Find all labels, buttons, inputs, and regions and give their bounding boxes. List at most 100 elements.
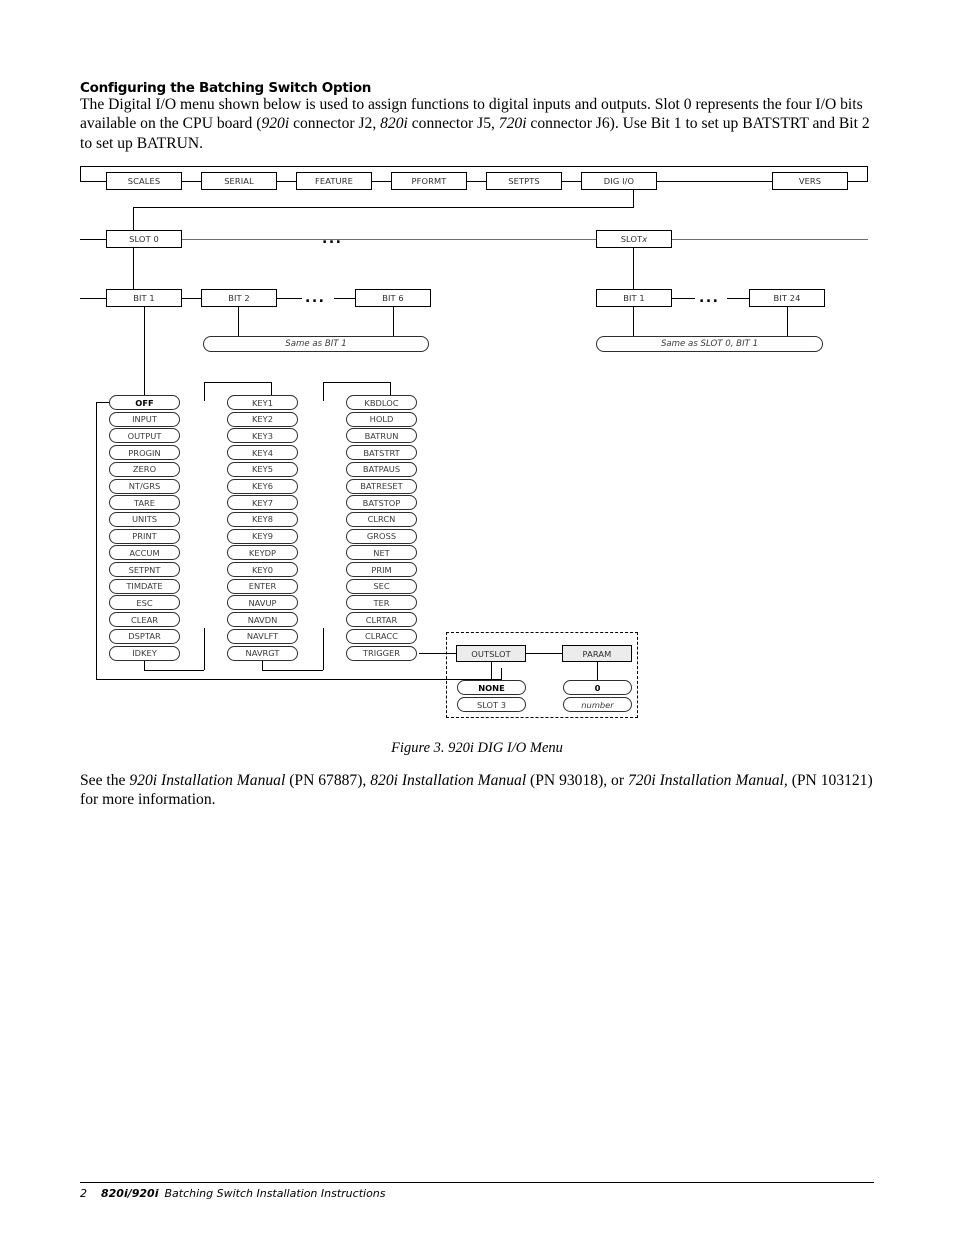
option-nt-grs[interactable]: NT/GRS: [109, 478, 181, 494]
frame-left-down: [80, 166, 81, 182]
bit1-left-stub: [80, 298, 106, 299]
option-esc[interactable]: ESC: [109, 595, 181, 611]
option-idkey[interactable]: IDKEY: [109, 645, 181, 661]
menu-box-serial[interactable]: SERIAL: [201, 172, 278, 191]
slot-bracket-top: [133, 207, 634, 208]
option-clrcn[interactable]: CLRCN: [346, 511, 418, 528]
bit-box-left-bit2[interactable]: BIT 2: [201, 289, 278, 308]
outslot-value-slot3[interactable]: SLOT 3: [457, 697, 527, 713]
slot0-riser: [133, 207, 134, 231]
connector-dots-bit24: [727, 298, 749, 299]
option-units[interactable]: UNITS: [109, 511, 181, 528]
connector-rbit1-dots: [672, 298, 695, 299]
menu-box-setpts[interactable]: SETPTS: [486, 172, 563, 191]
option-tare[interactable]: TARE: [109, 495, 181, 511]
page-footer: 2 820i/920i Batching Switch Installation I…: [80, 1187, 386, 1200]
connector-dots-bit6: [334, 298, 355, 299]
option-progin[interactable]: PROGIN: [109, 445, 181, 461]
outslot-box[interactable]: OUTSLOT: [456, 645, 527, 663]
option-kbdloc[interactable]: KBDLOC: [346, 395, 418, 411]
bit-row-right-ellipsis: ...: [699, 290, 720, 306]
menu-label: FEATURE: [315, 176, 353, 186]
option-print[interactable]: PRINT: [109, 528, 181, 545]
option-keydp[interactable]: KEYDP: [227, 545, 299, 561]
col2-bottom-left-riser: [262, 661, 263, 671]
option-sec[interactable]: SEC: [346, 578, 418, 595]
param-box[interactable]: PARAM: [562, 645, 633, 663]
col1-bottom-bracket: [144, 670, 204, 671]
option-key3[interactable]: KEY3: [227, 428, 299, 444]
footer-model: 820i/920i: [101, 1187, 159, 1200]
col1-bottom-right-riser: [204, 628, 205, 670]
outslot-drop-line: [491, 662, 492, 680]
option-clrtar[interactable]: CLRTAR: [346, 612, 418, 628]
menu-box-feature[interactable]: FEATURE: [296, 172, 373, 191]
option-dsptar[interactable]: DSPTAR: [109, 628, 181, 645]
dig-io-menu-diagram: SCALES SERIAL FEATURE PFORMT SETPTS DIG …: [0, 0, 954, 1235]
col1-left-return-top: [96, 402, 109, 403]
menu-box-dig-io[interactable]: DIG I/O: [581, 172, 658, 191]
option-gross[interactable]: GROSS: [346, 528, 418, 545]
menu-box-pformt[interactable]: PFORMT: [391, 172, 468, 191]
option-key9[interactable]: KEY9: [227, 528, 299, 545]
option-batreset[interactable]: BATRESET: [346, 478, 418, 494]
col3-bracket-left-riser: [323, 382, 324, 401]
options-bottom-return: [96, 679, 501, 680]
option-enter[interactable]: ENTER: [227, 578, 299, 595]
slot-box-slotx[interactable]: SLOT x: [596, 230, 673, 249]
menu-label: DIG I/O: [603, 176, 635, 186]
option-navlft[interactable]: NAVLFT: [227, 628, 299, 645]
bit-box-left-bit6[interactable]: BIT 6: [355, 289, 432, 308]
option-key4[interactable]: KEY4: [227, 445, 299, 461]
frame-right-down: [867, 166, 868, 182]
slot-row-ellipsis: ...: [322, 231, 343, 247]
option-off[interactable]: OFF: [109, 395, 181, 411]
option-key2[interactable]: KEY2: [227, 411, 299, 428]
bit-label: BIT 1: [623, 293, 645, 303]
option-clear[interactable]: CLEAR: [109, 612, 181, 628]
bit-label: BIT 6: [382, 293, 404, 303]
menu-box-scales[interactable]: SCALES: [106, 172, 183, 191]
option-navrgt[interactable]: NAVRGT: [227, 645, 299, 661]
frame-top-line: [80, 166, 868, 167]
option-prim[interactable]: PRIM: [346, 562, 418, 578]
param-drop-line: [597, 662, 598, 680]
option-key6[interactable]: KEY6: [227, 478, 299, 494]
reference-text-run-4: (PN 93018), or: [526, 772, 628, 789]
option-batstrt[interactable]: BATSTRT: [346, 445, 418, 461]
option-hold[interactable]: HOLD: [346, 411, 418, 428]
option-batstop[interactable]: BATSTOP: [346, 495, 418, 511]
footer-doc-title: Batching Switch Installation Instruction…: [164, 1187, 386, 1200]
option-ter[interactable]: TER: [346, 595, 418, 611]
option-batrun[interactable]: BATRUN: [346, 428, 418, 444]
bit-box-left-bit1[interactable]: BIT 1: [106, 289, 183, 308]
option-trigger[interactable]: TRIGGER: [346, 645, 418, 661]
option-input[interactable]: INPUT: [109, 411, 181, 428]
bit-box-right-bit24[interactable]: BIT 24: [749, 289, 826, 308]
col2-bracket-left-riser: [204, 382, 205, 401]
param-value-number[interactable]: number: [563, 697, 633, 713]
connector-outslot-param: [526, 653, 562, 654]
option-key1[interactable]: KEY1: [227, 395, 299, 411]
param-value-zero[interactable]: 0: [563, 680, 633, 696]
option-navdn[interactable]: NAVDN: [227, 612, 299, 628]
slot-box-slot0[interactable]: SLOT 0: [106, 230, 183, 249]
option-zero[interactable]: ZERO: [109, 461, 181, 478]
menu-box-vers[interactable]: VERS: [772, 172, 849, 191]
option-key7[interactable]: KEY7: [227, 495, 299, 511]
option-navup[interactable]: NAVUP: [227, 595, 299, 611]
same-as-bit1-box: Same as BIT 1: [203, 336, 430, 353]
outslot-value-none[interactable]: NONE: [457, 680, 527, 696]
option-batpaus[interactable]: BATPAUS: [346, 461, 418, 478]
option-net[interactable]: NET: [346, 545, 418, 561]
bit-box-right-bit1[interactable]: BIT 1: [596, 289, 673, 308]
option-clracc[interactable]: CLRACC: [346, 628, 418, 645]
option-key0[interactable]: KEY0: [227, 562, 299, 578]
option-key8[interactable]: KEY8: [227, 511, 299, 528]
slot-label: SLOT: [620, 234, 643, 244]
option-setpnt[interactable]: SETPNT: [109, 562, 181, 578]
option-accum[interactable]: ACCUM: [109, 545, 181, 561]
option-timdate[interactable]: TIMDATE: [109, 578, 181, 595]
option-key5[interactable]: KEY5: [227, 461, 299, 478]
option-output[interactable]: OUTPUT: [109, 428, 181, 444]
